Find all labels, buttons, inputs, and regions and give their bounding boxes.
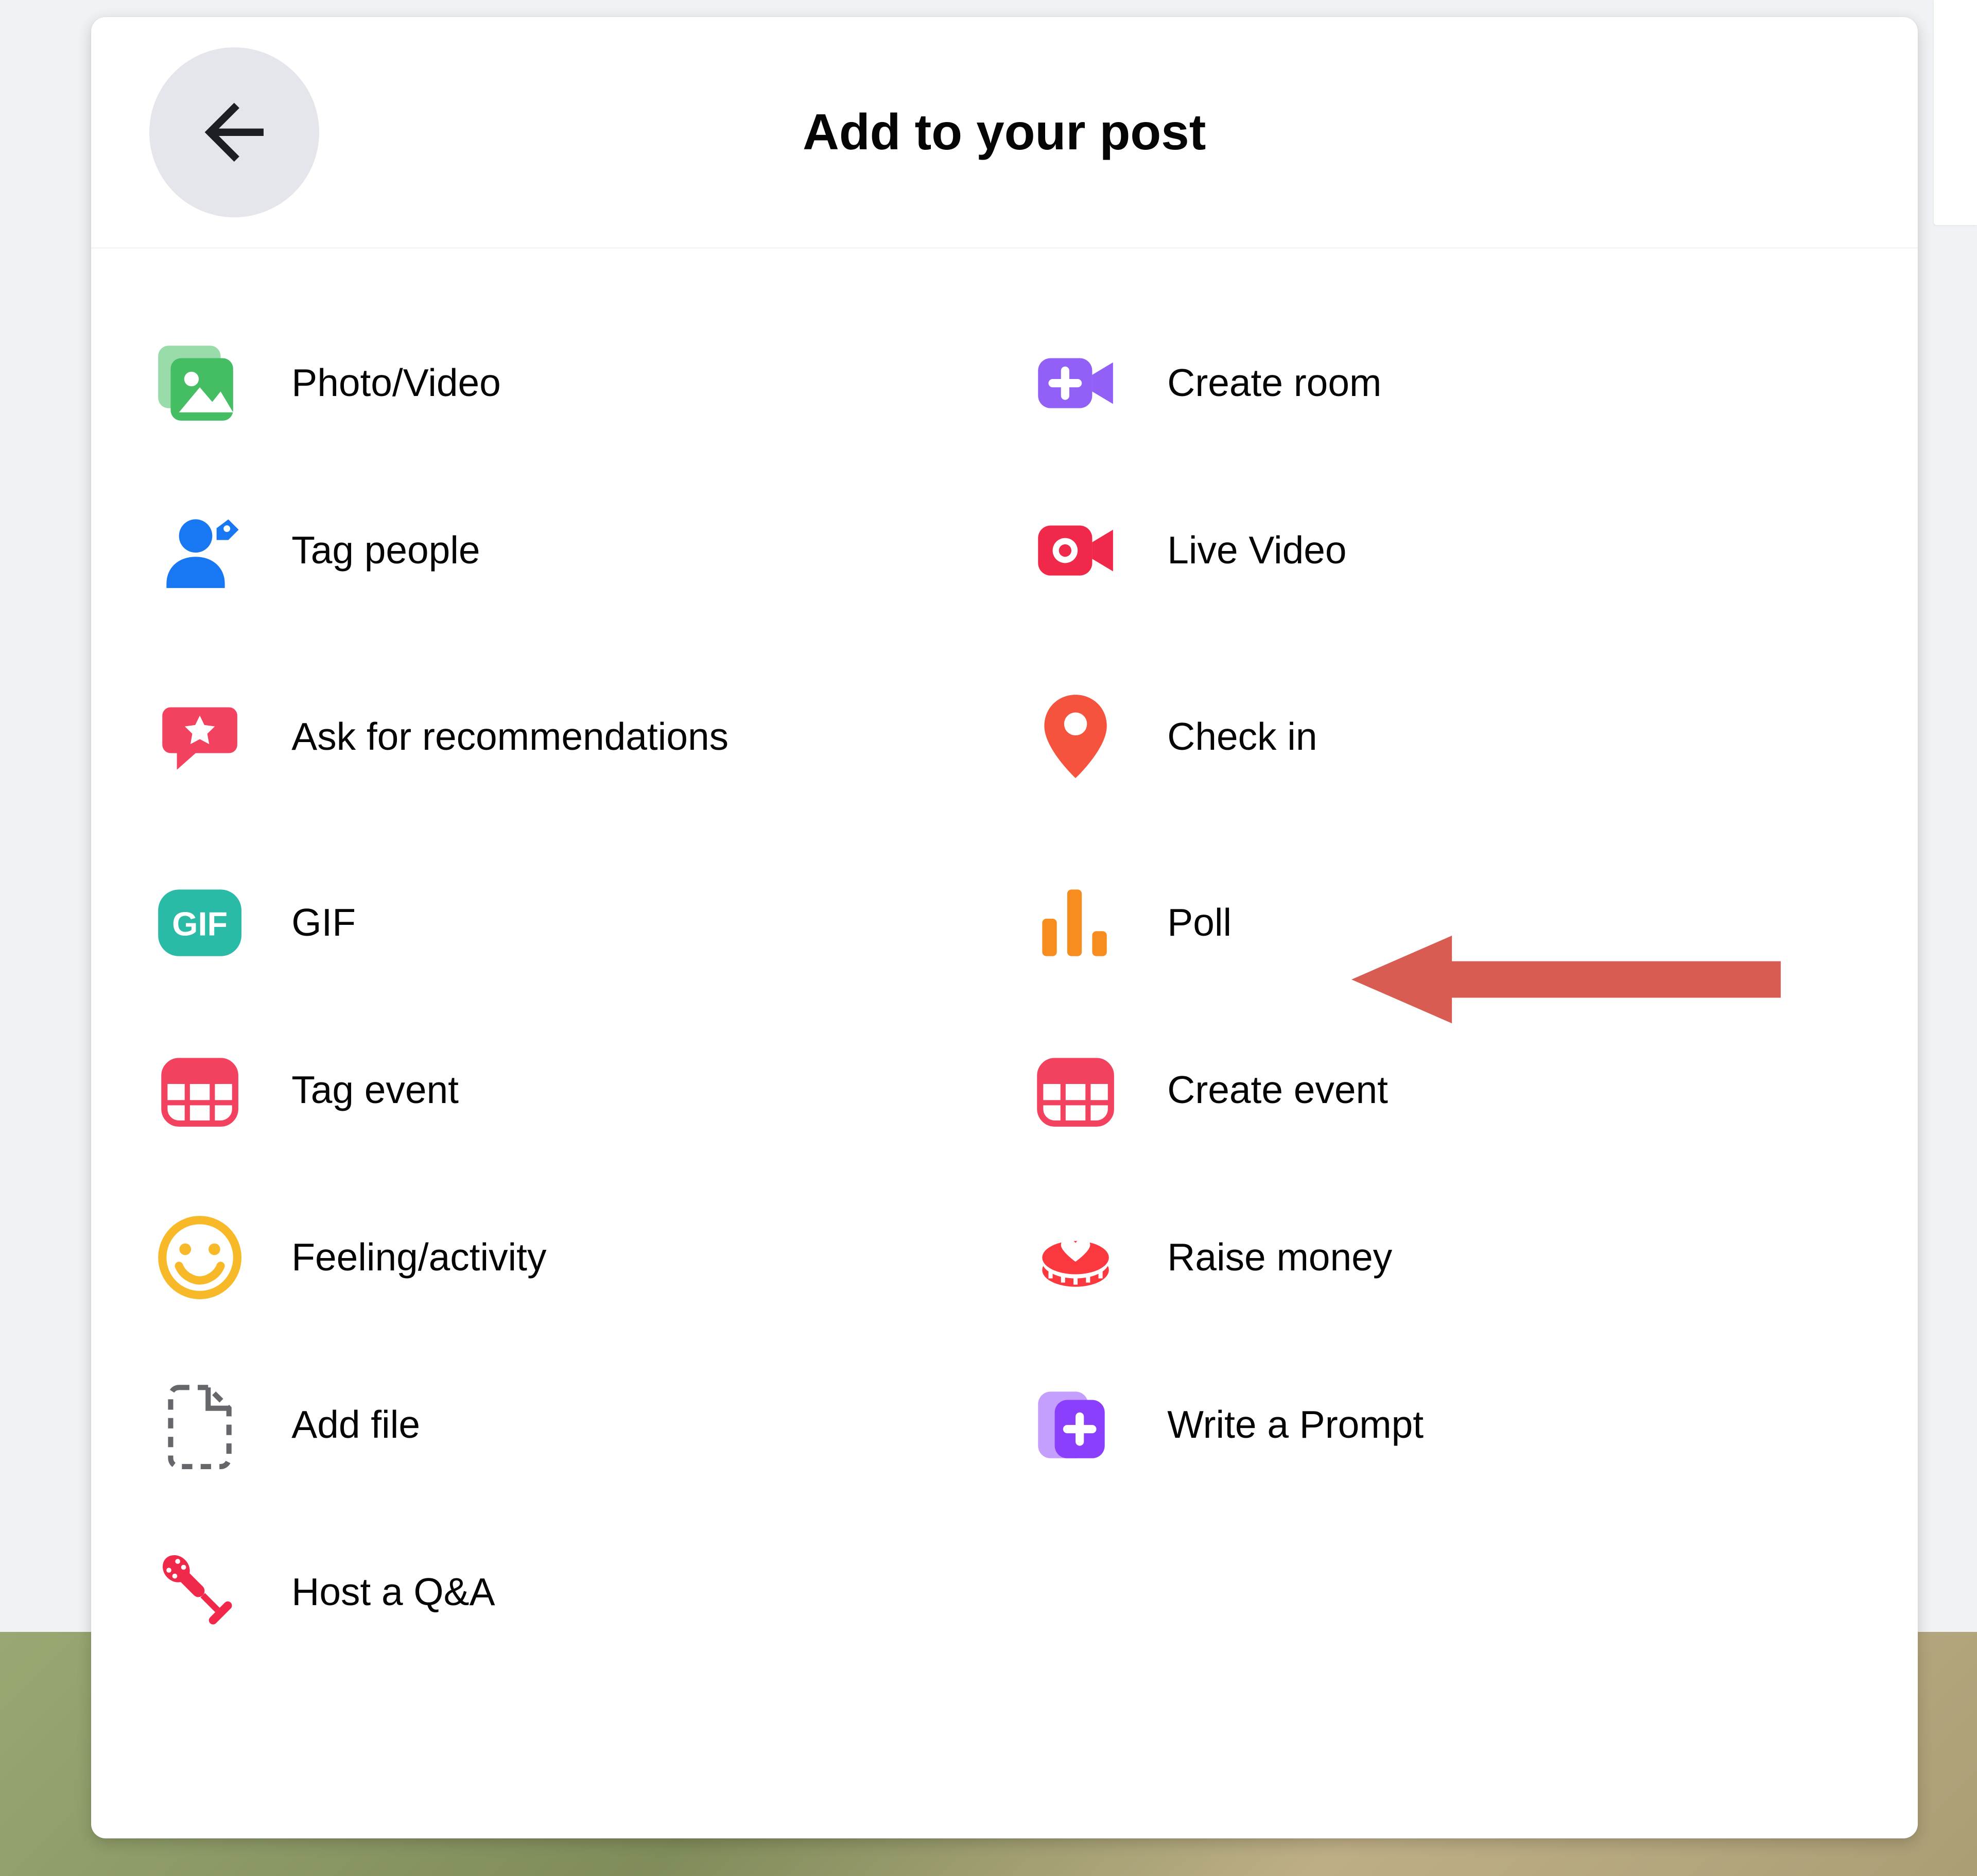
- add-file-icon: [150, 1375, 250, 1475]
- svg-text:GIF: GIF: [172, 905, 228, 942]
- create-event-icon: [1026, 1040, 1125, 1140]
- modal-header: Add to your post: [91, 17, 1918, 248]
- raise-money-icon: [1026, 1208, 1125, 1307]
- option-check-in[interactable]: Check in: [1021, 634, 1863, 839]
- option-create-room[interactable]: Create room: [1021, 299, 1863, 467]
- option-feeling-activity[interactable]: Feeling/activity: [146, 1174, 987, 1341]
- add-to-post-modal: Add to your post Photo/Video: [91, 17, 1918, 1838]
- modal-title: Add to your post: [803, 103, 1206, 161]
- arrow-left-icon: [190, 88, 279, 177]
- option-label: Photo/Video: [291, 359, 501, 407]
- option-tag-event[interactable]: Tag event: [146, 1007, 987, 1174]
- option-label: Check in: [1167, 713, 1317, 761]
- photo-video-icon: [150, 333, 250, 433]
- options-column-right: Create room Live Video: [1021, 299, 1863, 1820]
- live-video-icon: [1026, 501, 1125, 600]
- option-poll[interactable]: Poll: [1021, 839, 1863, 1007]
- back-button[interactable]: [149, 47, 319, 217]
- options-column-left: Photo/Video Tag people: [146, 299, 987, 1820]
- host-qa-icon: [150, 1542, 250, 1642]
- option-label: Raise money: [1167, 1233, 1392, 1282]
- option-label: Create event: [1167, 1066, 1388, 1114]
- option-label: Write a Prompt: [1167, 1401, 1424, 1449]
- option-ask-recommendations[interactable]: Ask for recommendations: [146, 634, 987, 839]
- option-label: Add file: [291, 1401, 420, 1449]
- option-photo-video[interactable]: Photo/Video: [146, 299, 987, 467]
- option-label: Live Video: [1167, 526, 1346, 575]
- option-label: Tag event: [291, 1066, 459, 1114]
- option-raise-money[interactable]: Raise money: [1021, 1174, 1863, 1341]
- option-tag-people[interactable]: Tag people: [146, 467, 987, 634]
- option-label: Tag people: [291, 526, 480, 575]
- recommendations-icon: [150, 686, 250, 786]
- option-add-file[interactable]: Add file: [146, 1341, 987, 1508]
- write-prompt-icon: [1026, 1375, 1125, 1475]
- option-label: GIF: [291, 899, 356, 947]
- option-label: Host a Q&A: [291, 1568, 495, 1616]
- option-label: Poll: [1167, 899, 1232, 947]
- option-label: Create room: [1167, 359, 1381, 407]
- poll-icon: [1026, 873, 1125, 973]
- option-label: Ask for recommendations: [291, 713, 729, 761]
- option-label: Feeling/activity: [291, 1233, 546, 1282]
- option-host-qa[interactable]: Host a Q&A: [146, 1508, 987, 1676]
- option-live-video[interactable]: Live Video: [1021, 467, 1863, 634]
- gif-icon: GIF: [150, 873, 250, 973]
- modal-body: Photo/Video Tag people: [91, 248, 1918, 1838]
- tag-event-icon: [150, 1040, 250, 1140]
- option-write-prompt[interactable]: Write a Prompt: [1021, 1341, 1863, 1508]
- check-in-icon: [1026, 686, 1125, 786]
- option-create-event[interactable]: Create event: [1021, 1007, 1863, 1174]
- options-grid: Photo/Video Tag people: [146, 299, 1863, 1820]
- option-gif[interactable]: GIF GIF: [146, 839, 987, 1007]
- create-room-icon: [1026, 333, 1125, 433]
- tag-people-icon: [150, 501, 250, 600]
- feeling-icon: [150, 1208, 250, 1307]
- background-panel-edge: [1934, 0, 1977, 225]
